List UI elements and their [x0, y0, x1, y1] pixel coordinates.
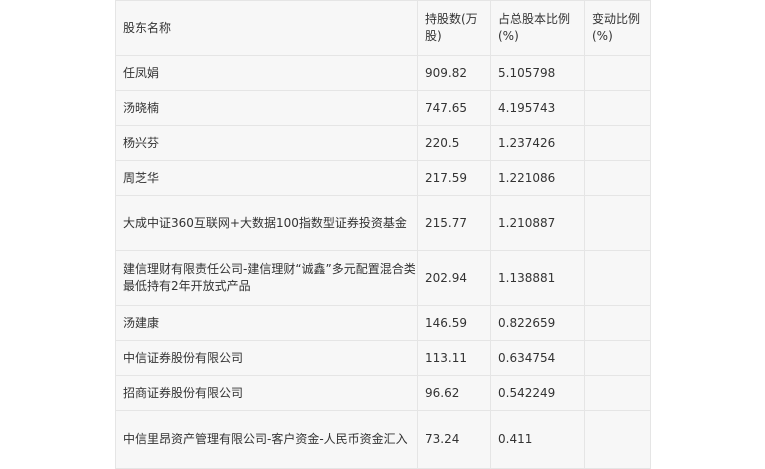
holder-name: 大成中证360互联网+大数据100指数型证券投资基金	[115, 195, 418, 251]
holder-shares: 202.94	[417, 250, 491, 306]
holder-name: 周芝华	[115, 160, 418, 196]
table-row: 汤建康 146.59 0.822659	[115, 305, 651, 341]
header-change: 变动比例(%)	[584, 0, 651, 56]
holder-shares: 215.77	[417, 195, 491, 251]
table-row: 周芝华 217.59 1.221086	[115, 160, 651, 196]
table-row: 中信证券股份有限公司 113.11 0.634754	[115, 340, 651, 376]
holder-name: 汤晓楠	[115, 90, 418, 126]
holder-shares: 220.5	[417, 125, 491, 161]
table-row: 建信理财有限责任公司-建信理财“诚鑫”多元配置混合类最低持有2年开放式产品 20…	[115, 250, 651, 306]
holder-change	[584, 375, 651, 411]
table-header: 股东名称 持股数(万股) 占总股本比例(%) 变动比例(%)	[115, 0, 651, 56]
holder-name: 建信理财有限责任公司-建信理财“诚鑫”多元配置混合类最低持有2年开放式产品	[115, 250, 418, 306]
holder-shares: 96.62	[417, 375, 491, 411]
holder-ratio: 4.195743	[490, 90, 585, 126]
header-holder-name: 股东名称	[115, 0, 418, 56]
holder-ratio: 0.411	[490, 410, 585, 469]
holder-shares: 909.82	[417, 55, 491, 91]
holder-change	[584, 55, 651, 91]
holder-ratio: 0.542249	[490, 375, 585, 411]
holder-shares: 217.59	[417, 160, 491, 196]
table-row: 汤晓楠 747.65 4.195743	[115, 90, 651, 126]
table-row: 任凤娟 909.82 5.105798	[115, 55, 651, 91]
holder-name: 招商证券股份有限公司	[115, 375, 418, 411]
holder-change	[584, 125, 651, 161]
header-shares: 持股数(万股)	[417, 0, 491, 56]
holder-shares: 747.65	[417, 90, 491, 126]
holder-change	[584, 90, 651, 126]
holder-ratio: 5.105798	[490, 55, 585, 91]
holder-ratio: 1.138881	[490, 250, 585, 306]
holder-change	[584, 195, 651, 251]
holder-change	[584, 160, 651, 196]
holder-change	[584, 305, 651, 341]
table-row: 杨兴芬 220.5 1.237426	[115, 125, 651, 161]
table-body: 任凤娟 909.82 5.105798 汤晓楠 747.65 4.195743 …	[115, 55, 651, 469]
holder-change	[584, 410, 651, 469]
holder-name: 任凤娟	[115, 55, 418, 91]
header-row: 股东名称 持股数(万股) 占总股本比例(%) 变动比例(%)	[115, 0, 651, 56]
holder-ratio: 1.221086	[490, 160, 585, 196]
holder-shares: 73.24	[417, 410, 491, 469]
holder-name: 中信证券股份有限公司	[115, 340, 418, 376]
shareholder-table: 股东名称 持股数(万股) 占总股本比例(%) 变动比例(%) 任凤娟 909.8…	[115, 0, 651, 469]
holder-change	[584, 250, 651, 306]
header-ratio: 占总股本比例(%)	[490, 0, 585, 56]
holder-ratio: 0.634754	[490, 340, 585, 376]
holder-name: 杨兴芬	[115, 125, 418, 161]
holder-shares: 113.11	[417, 340, 491, 376]
holder-name: 汤建康	[115, 305, 418, 341]
holder-ratio: 0.822659	[490, 305, 585, 341]
holder-name: 中信里昂资产管理有限公司-客户资金-人民币资金汇入	[115, 410, 418, 469]
holder-ratio: 1.237426	[490, 125, 585, 161]
table-row: 招商证券股份有限公司 96.62 0.542249	[115, 375, 651, 411]
table-row: 大成中证360互联网+大数据100指数型证券投资基金 215.77 1.2108…	[115, 195, 651, 251]
holder-change	[584, 340, 651, 376]
holder-ratio: 1.210887	[490, 195, 585, 251]
table-row: 中信里昂资产管理有限公司-客户资金-人民币资金汇入 73.24 0.411	[115, 410, 651, 469]
holder-shares: 146.59	[417, 305, 491, 341]
